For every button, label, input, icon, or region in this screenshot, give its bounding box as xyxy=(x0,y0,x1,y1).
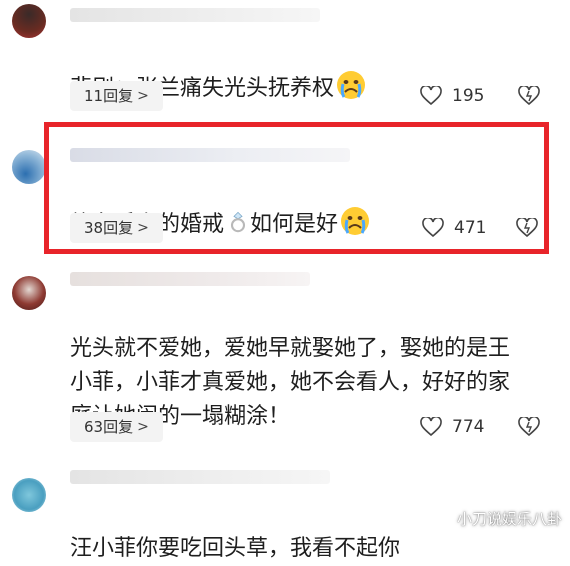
username[interactable] xyxy=(70,8,320,22)
avatar[interactable] xyxy=(12,478,46,512)
chevron-right-icon: > xyxy=(137,88,149,104)
like-button[interactable]: 774 xyxy=(420,417,484,437)
dislike-icon[interactable] xyxy=(518,417,540,437)
heart-icon xyxy=(420,417,442,437)
avatar[interactable] xyxy=(12,4,46,38)
watermark: 小刀说娱乐八卦 xyxy=(437,508,562,529)
reply-button[interactable]: 11回复 > xyxy=(70,81,163,111)
heart-icon xyxy=(420,86,442,106)
avatar[interactable] xyxy=(12,150,46,184)
brand-logo-icon xyxy=(437,510,453,527)
like-button[interactable]: 195 xyxy=(420,86,484,106)
reply-button[interactable]: 63回复 > xyxy=(70,412,163,442)
username[interactable] xyxy=(70,470,330,484)
comment-item: 悲剧：张兰痛失光头抚养权 11回复 > 195 xyxy=(0,0,570,120)
dislike-icon[interactable] xyxy=(518,86,540,106)
like-count: 774 xyxy=(452,417,485,437)
like-count: 195 xyxy=(452,86,485,106)
crying-face-icon xyxy=(337,71,366,99)
username[interactable] xyxy=(70,272,310,286)
avatar[interactable] xyxy=(12,276,46,310)
highlight-box xyxy=(44,122,549,254)
comment-text: 汪小菲你要吃回头草，我看不起你 xyxy=(70,536,401,561)
comment-item: 光头就不爱她，爱她早就娶她了，娶她的是王 小菲，小菲才真爱她，她不会看人，好好的… xyxy=(0,260,570,460)
chevron-right-icon: > xyxy=(137,419,149,435)
